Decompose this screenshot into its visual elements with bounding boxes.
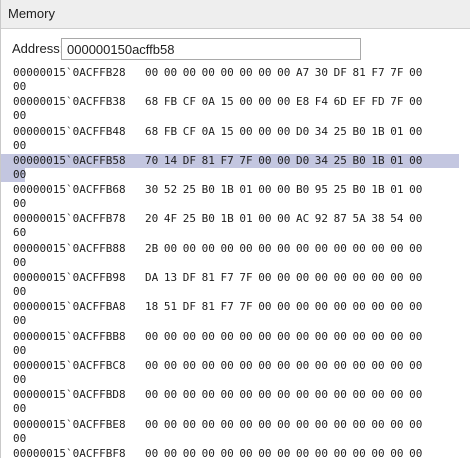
window-title: Memory	[8, 6, 55, 21]
memory-row[interactable]: 00000015`0ACFFBF8 00 00 00 00 00 00 00 00…	[1, 445, 470, 458]
memory-row-wrap: 00	[1, 80, 26, 94]
memory-row-line: 00000015`0ACFFB98 DA 13 DF 81 F7 7F 00 00…	[1, 271, 459, 285]
memory-row[interactable]: 00000015`0ACFFB58 70 14 DF 81 F7 7F 00 00…	[1, 152, 470, 182]
row-bytes[interactable]: 68 FB CF 0A 15 00 00 00 D0 34 25 B0 1B 0…	[145, 125, 422, 139]
memory-row[interactable]: 00000015`0ACFFBD8 00 00 00 00 00 00 00 00…	[1, 386, 470, 415]
memory-row[interactable]: 00000015`0ACFFBB8 00 00 00 00 00 00 00 00…	[1, 328, 470, 357]
memory-row[interactable]: 00000015`0ACFFB78 20 4F 25 B0 1B 01 00 00…	[1, 210, 470, 239]
memory-row-line: 00000015`0ACFFB58 70 14 DF 81 F7 7F 00 00…	[1, 153, 459, 168]
memory-row[interactable]: 00000015`0ACFFB38 68 FB CF 0A 15 00 00 00…	[1, 93, 470, 122]
memory-row-wrap: 00	[1, 197, 26, 211]
memory-row[interactable]: 00000015`0ACFFBE8 00 00 00 00 00 00 00 00…	[1, 416, 470, 445]
row-address: 00000015`0ACFFBF8	[13, 446, 126, 458]
memory-row-line: 00000015`0ACFFBC8 00 00 00 00 00 00 00 00…	[1, 359, 459, 373]
memory-row-line: 00000015`0ACFFB68 30 52 25 B0 1B 01 00 00…	[1, 183, 459, 197]
row-last-byte[interactable]: 00	[13, 80, 26, 94]
memory-row[interactable]: 00000015`0ACFFB48 68 FB CF 0A 15 00 00 00…	[1, 123, 470, 152]
row-address: 00000015`0ACFFB48	[13, 124, 126, 138]
row-address: 00000015`0ACFFBA8	[13, 300, 126, 314]
row-last-byte[interactable]: 00	[13, 109, 26, 123]
row-last-byte[interactable]: 00	[13, 139, 26, 153]
memory-row[interactable]: 00000015`0ACFFBA8 18 51 DF 81 F7 7F 00 00…	[1, 298, 470, 327]
memory-dump[interactable]: 00000015`0ACFFB28 00 00 00 00 00 00 00 00…	[1, 64, 470, 458]
row-bytes[interactable]: 00 00 00 00 00 00 00 00 00 00 00 00 00 0…	[145, 388, 422, 402]
memory-row[interactable]: 00000015`0ACFFB28 00 00 00 00 00 00 00 00…	[1, 64, 470, 93]
row-last-byte[interactable]: 00	[13, 197, 26, 211]
memory-row[interactable]: 00000015`0ACFFBC8 00 00 00 00 00 00 00 00…	[1, 357, 470, 386]
row-last-byte[interactable]: 00	[13, 256, 26, 270]
row-address: 00000015`0ACFFBD8	[13, 388, 126, 402]
memory-row[interactable]: 00000015`0ACFFB98 DA 13 DF 81 F7 7F 00 00…	[1, 269, 470, 298]
row-bytes[interactable]: 2B 00 00 00 00 00 00 00 00 00 00 00 00 0…	[145, 242, 422, 256]
memory-row-line: 00000015`0ACFFBF8 00 00 00 00 00 00 00 00…	[1, 447, 459, 458]
row-address: 00000015`0ACFFB98	[13, 271, 126, 285]
row-last-byte[interactable]: 00	[13, 432, 26, 446]
memory-row-wrap: 00	[1, 432, 26, 446]
address-bar: Address:	[1, 36, 470, 62]
row-last-byte[interactable]: 00	[13, 314, 26, 328]
window-titlebar[interactable]: Memory	[1, 0, 470, 29]
row-address: 00000015`0ACFFB68	[13, 183, 126, 197]
memory-row[interactable]: 00000015`0ACFFB88 2B 00 00 00 00 00 00 00…	[1, 240, 470, 269]
address-input[interactable]	[61, 38, 361, 60]
row-bytes[interactable]: DA 13 DF 81 F7 7F 00 00 00 00 00 00 00 0…	[145, 271, 422, 285]
row-last-byte[interactable]: 00	[13, 285, 26, 299]
memory-row-wrap: 00	[1, 167, 26, 182]
memory-row-line: 00000015`0ACFFBD8 00 00 00 00 00 00 00 00…	[1, 388, 459, 402]
row-bytes[interactable]: 00 00 00 00 00 00 00 00 00 00 00 00 00 0…	[145, 447, 422, 458]
row-address: 00000015`0ACFFB38	[13, 95, 126, 109]
memory-row-wrap: 60	[1, 226, 26, 240]
memory-row-line: 00000015`0ACFFB48 68 FB CF 0A 15 00 00 00…	[1, 125, 459, 139]
memory-row-line: 00000015`0ACFFB38 68 FB CF 0A 15 00 00 00…	[1, 95, 459, 109]
memory-row-wrap: 00	[1, 256, 26, 270]
memory-row-wrap: 00	[1, 109, 26, 123]
row-address: 00000015`0ACFFBB8	[13, 329, 126, 343]
memory-row-line: 00000015`0ACFFBA8 18 51 DF 81 F7 7F 00 00…	[1, 300, 459, 314]
address-label: Address:	[12, 41, 64, 56]
row-last-byte[interactable]: 60	[13, 226, 26, 240]
row-last-byte[interactable]: 00	[13, 344, 26, 358]
memory-row-line: 00000015`0ACFFBE8 00 00 00 00 00 00 00 00…	[1, 418, 459, 432]
row-bytes[interactable]: 00 00 00 00 00 00 00 00 00 00 00 00 00 0…	[145, 330, 422, 344]
row-address: 00000015`0ACFFBC8	[13, 358, 126, 372]
row-bytes[interactable]: 00 00 00 00 00 00 00 00 00 00 00 00 00 0…	[145, 359, 422, 373]
memory-row-line: 00000015`0ACFFB88 2B 00 00 00 00 00 00 00…	[1, 242, 459, 256]
memory-row-line: 00000015`0ACFFB28 00 00 00 00 00 00 00 00…	[1, 66, 459, 80]
row-address: 00000015`0ACFFB88	[13, 241, 126, 255]
memory-row-wrap: 00	[1, 402, 26, 416]
row-bytes[interactable]: 00 00 00 00 00 00 00 00 A7 30 DF 81 F7 7…	[145, 66, 422, 80]
row-bytes[interactable]: 70 14 DF 81 F7 7F 00 00 D0 34 25 B0 1B 0…	[145, 154, 422, 168]
memory-row-wrap: 00	[1, 139, 26, 153]
row-bytes[interactable]: 18 51 DF 81 F7 7F 00 00 00 00 00 00 00 0…	[145, 300, 422, 314]
row-bytes[interactable]: 20 4F 25 B0 1B 01 00 00 AC 92 87 5A 38 5…	[145, 212, 422, 226]
row-last-byte[interactable]: 00	[13, 402, 26, 416]
memory-row-wrap: 00	[1, 373, 26, 387]
row-address: 00000015`0ACFFB78	[13, 212, 126, 226]
row-address: 00000015`0ACFFB28	[13, 66, 126, 79]
memory-row-line: 00000015`0ACFFB78 20 4F 25 B0 1B 01 00 00…	[1, 212, 459, 226]
row-address: 00000015`0ACFFBE8	[13, 417, 126, 431]
row-bytes[interactable]: 30 52 25 B0 1B 01 00 00 B0 95 25 B0 1B 0…	[145, 183, 422, 197]
row-last-byte[interactable]: 00	[13, 373, 26, 387]
memory-row-wrap: 00	[1, 314, 26, 328]
row-bytes[interactable]: 68 FB CF 0A 15 00 00 00 E8 F4 6D EF FD 7…	[145, 95, 422, 109]
row-address: 00000015`0ACFFB58	[13, 153, 126, 167]
memory-row-wrap: 00	[1, 344, 26, 358]
row-last-byte[interactable]: 00	[13, 168, 26, 182]
memory-row-wrap: 00	[1, 285, 26, 299]
memory-row[interactable]: 00000015`0ACFFB68 30 52 25 B0 1B 01 00 00…	[1, 181, 470, 210]
memory-window: Memory Address: 00000015`0ACFFB2800 00 0…	[0, 0, 470, 458]
row-bytes[interactable]: 00 00 00 00 00 00 00 00 00 00 00 00 00 0…	[145, 418, 422, 432]
memory-row-line: 00000015`0ACFFBB8 00 00 00 00 00 00 00 00…	[1, 330, 459, 344]
